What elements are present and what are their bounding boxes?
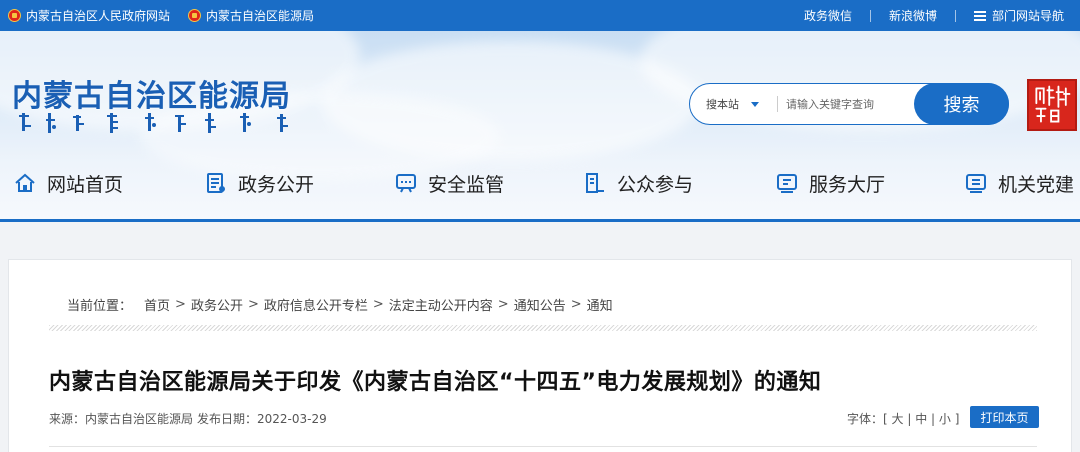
nav-item-gov-open[interactable]: 政务公开 [205,153,314,213]
energy-bureau-link[interactable]: 内蒙古自治区能源局 [188,7,314,24]
main-nav: 网站首页 政务公开 安全监管 公众参与 服务大厅 机关党建 [0,153,1080,213]
participation-icon [586,173,604,193]
nav-item-party[interactable]: 机关党建 [965,153,1074,213]
font-small-button[interactable]: 小 [939,412,951,426]
breadcrumb-item-home[interactable]: 首页 [144,295,170,314]
font-size-label: 字体： [847,412,884,426]
breadcrumb-item-gov-open[interactable]: 政务公开 [191,295,243,314]
gov-portal-label: 内蒙古自治区人民政府网站 [26,9,171,23]
document-icon [207,173,225,193]
font-large-button[interactable]: 大 [892,412,904,426]
breadcrumb: 当前位置： 首页 > 政务公开 > 政府信息公开专栏 > 法定主动公开内容 > … [67,295,613,314]
mongolian-script-logo [19,113,288,133]
monitor-icon [396,174,416,193]
divider [49,446,1037,447]
national-emblem-icon [8,9,21,22]
nav-item-label: 服务大厅 [809,173,886,196]
energy-bureau-label: 内蒙古自治区能源局 [206,9,315,23]
nav-item-label: 机关党建 [998,173,1075,196]
nav-item-service[interactable]: 服务大厅 [776,153,885,213]
breadcrumb-label: 当前位置： [67,299,133,314]
nav-item-label: 安全监管 [428,173,505,196]
chevron-right-icon: > [497,297,509,312]
nav-underline [0,219,1080,222]
top-bar: 内蒙古自治区人民政府网站 内蒙古自治区能源局 政务微信 新浪微博 部门网站导航 [0,0,1080,31]
search-scope-label: 搜本站 [706,98,739,111]
divider [777,96,778,112]
chevron-right-icon: > [175,297,186,312]
article-date: 发布日期：2022-03-29 [197,412,327,426]
divider [869,9,871,22]
chevron-right-icon: > [372,297,384,312]
font-size-control: 字体：[ 大 | 中 | 小 ] [847,412,960,426]
nav-item-label: 网站首页 [47,173,124,196]
article-source: 来源：内蒙古自治区能源局 [49,412,194,426]
article-card: 当前位置： 首页 > 政务公开 > 政府信息公开专栏 > 法定主动公开内容 > … [8,259,1072,452]
dept-nav-link[interactable]: 部门网站导航 [973,7,1064,24]
site-logo-title[interactable]: 内蒙古自治区能源局 [12,71,291,115]
nav-item-label: 公众参与 [617,173,694,196]
nav-item-home[interactable]: 网站首页 [14,153,123,213]
search-box: 搜本站 搜索 [689,83,1009,125]
service-icon [777,174,797,193]
gov-portal-link[interactable]: 内蒙古自治区人民政府网站 [8,7,170,24]
chevron-right-icon: > [247,297,259,312]
nav-item-participation[interactable]: 公众参与 [584,153,693,213]
nav-item-safety[interactable]: 安全监管 [395,153,504,213]
article-title: 内蒙古自治区能源局关于印发《内蒙古自治区“十四五”电力发展规划》的通知 [49,370,822,395]
search-button[interactable]: 搜索 [914,83,1009,125]
breadcrumb-item-notices[interactable]: 通知公告 [514,295,566,314]
site-header: 内蒙古自治区能源局 搜本站 搜索 [0,31,1080,221]
search-input[interactable] [786,92,911,116]
print-button[interactable]: 打印本页 [970,406,1039,428]
party-icon [966,174,986,193]
seal-logo-icon [1027,79,1077,131]
divider [954,9,956,22]
chevron-right-icon: > [570,297,582,312]
wechat-link[interactable]: 政务微信 [804,7,852,24]
weibo-link[interactable]: 新浪微博 [889,7,937,24]
home-icon [15,173,35,192]
hatched-divider [49,325,1037,331]
breadcrumb-item-notice[interactable]: 通知 [587,295,613,314]
breadcrumb-item-info-column[interactable]: 政府信息公开专栏 [264,295,368,314]
national-emblem-icon [188,9,202,22]
caret-down-icon [751,101,759,107]
font-medium-button[interactable]: 中 [915,412,927,426]
dept-nav-label: 部门网站导航 [991,9,1064,23]
search-scope-select[interactable]: 搜本站 [706,84,759,124]
menu-icon [973,10,986,21]
nav-item-label: 政务公开 [238,173,315,196]
breadcrumb-item-statutory[interactable]: 法定主动公开内容 [389,295,493,314]
article-meta: 来源：内蒙古自治区能源局 发布日期：2022-03-29 [49,410,327,427]
